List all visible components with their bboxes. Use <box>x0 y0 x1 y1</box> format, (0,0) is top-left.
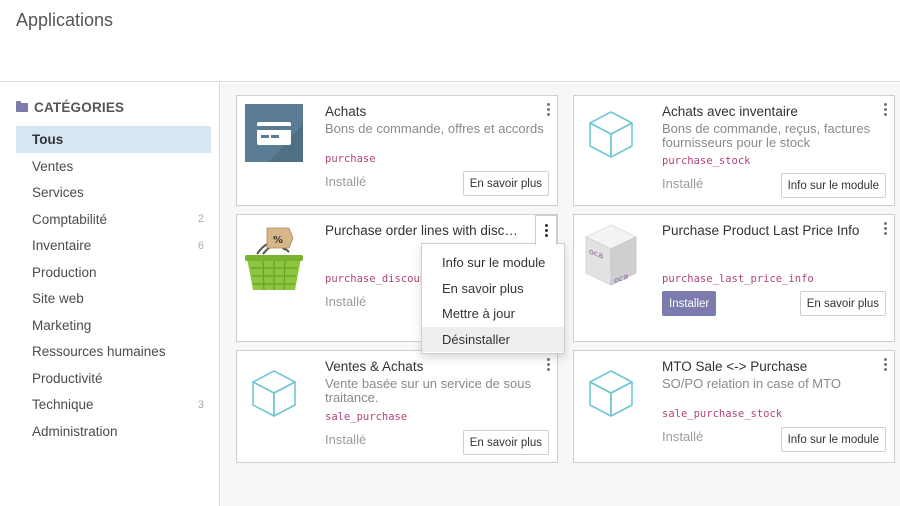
category-label: Productivité <box>32 370 103 386</box>
category-label: Inventaire <box>32 238 92 254</box>
learn-more-button[interactable]: En savoir plus <box>799 291 886 316</box>
module-summary: Vente basée sur un service de sous trait… <box>325 376 531 405</box>
kebab-menu-icon[interactable] <box>545 103 551 116</box>
module-technical-name: purchase_last_price_info <box>662 273 814 285</box>
discount-basket-icon: % <box>245 227 303 291</box>
module-technical-name: sale_purchase <box>325 411 408 423</box>
category-item-technique[interactable]: Technique 3 <box>16 392 211 419</box>
kebab-menu-icon[interactable] <box>882 358 888 371</box>
module-title: Purchase order lines with discou… <box>325 223 525 238</box>
category-label: Site web <box>32 291 84 307</box>
module-actions-dropdown: Info sur le module En savoir plus Mettre… <box>421 243 565 354</box>
module-title: Purchase Product Last Price Info <box>662 223 860 238</box>
category-item-production[interactable]: Production <box>16 259 211 286</box>
learn-more-button[interactable]: En savoir plus <box>462 430 549 455</box>
module-technical-name: purchase <box>325 153 376 165</box>
category-list: Tous Ventes Services Comptabilité 2 Inven… <box>16 126 211 445</box>
module-status: Installé <box>662 429 704 444</box>
menu-item-upgrade[interactable]: Mettre à jour <box>422 301 564 327</box>
module-card-purchase-last-price-info[interactable]: oca oca Purchase Product Last Price Info… <box>573 214 895 342</box>
kebab-menu-icon[interactable] <box>882 103 888 116</box>
kebab-menu-icon[interactable] <box>545 358 551 371</box>
module-info-button[interactable]: Info sur le module <box>780 427 886 452</box>
category-label: Administration <box>32 423 118 439</box>
category-item-comptabilite[interactable]: Comptabilité 2 <box>16 206 211 233</box>
kebab-menu-icon[interactable] <box>535 215 557 245</box>
module-technical-name: purchase_discount <box>325 273 425 285</box>
category-item-tous[interactable]: Tous <box>16 126 211 153</box>
category-item-marketing[interactable]: Marketing <box>16 312 211 339</box>
module-summary: Bons de commande, reçus, factures fourni… <box>662 121 871 150</box>
module-technical-name: purchase_stock <box>662 155 751 167</box>
module-status: Installé <box>325 174 367 189</box>
category-item-administration[interactable]: Administration <box>16 418 211 445</box>
category-item-services[interactable]: Services <box>16 180 211 207</box>
category-item-ressources-humaines[interactable]: Ressources humaines <box>16 339 211 366</box>
category-item-site-web[interactable]: Site web <box>16 286 211 313</box>
category-count: 2 <box>197 213 204 226</box>
svg-text:%: % <box>273 235 283 246</box>
module-card-purchase-stock[interactable]: Achats avec inventaire Bons de commande,… <box>573 95 895 206</box>
module-status: Installé <box>325 294 367 309</box>
module-title: Achats <box>325 104 367 119</box>
menu-item-learn-more[interactable]: En savoir plus <box>422 276 564 302</box>
module-title: Ventes & Achats <box>325 359 424 374</box>
credit-card-icon <box>245 104 303 162</box>
category-label: Comptabilité <box>32 211 108 227</box>
module-summary: Bons de commande, offres et accords <box>325 121 544 136</box>
category-label: Services <box>32 185 84 201</box>
control-panel: Applications <box>0 0 900 82</box>
category-label: Production <box>32 264 97 280</box>
module-title: Achats avec inventaire <box>662 104 798 119</box>
learn-more-button[interactable]: En savoir plus <box>462 171 549 196</box>
category-label: Ventes <box>32 158 74 174</box>
page-title: Applications <box>16 10 114 30</box>
kebab-menu-icon[interactable] <box>882 222 888 235</box>
module-technical-name: sale_purchase_stock <box>662 408 783 420</box>
category-label: Ressources humaines <box>32 344 166 360</box>
module-card-sale-purchase-stock[interactable]: MTO Sale <-> Purchase SO/PO relation in … <box>573 350 895 463</box>
folder-icon <box>16 101 28 112</box>
categories-header: CATÉGORIES <box>16 100 124 115</box>
category-count: 6 <box>197 239 204 252</box>
install-button[interactable]: Installer <box>662 291 717 316</box>
category-item-inventaire[interactable]: Inventaire 6 <box>16 233 211 260</box>
module-summary: SO/PO relation in case of MTO <box>662 376 841 391</box>
cube-icon <box>589 111 633 158</box>
oca-box-icon: oca oca <box>585 224 637 286</box>
module-title: MTO Sale <-> Purchase <box>662 359 808 374</box>
module-card-sale-purchase[interactable]: Ventes & Achats Vente basée sur un servi… <box>236 350 558 463</box>
category-item-productivite[interactable]: Productivité <box>16 365 211 392</box>
category-count: 3 <box>197 398 204 411</box>
category-label: Marketing <box>32 317 92 333</box>
cube-icon <box>252 370 296 417</box>
module-card-purchase[interactable]: Achats Bons de commande, offres et accor… <box>236 95 558 206</box>
module-status: Installé <box>325 432 367 447</box>
cube-icon <box>589 370 633 417</box>
menu-item-uninstall[interactable]: Désinstaller <box>422 326 564 352</box>
category-label: Technique <box>32 397 94 413</box>
category-label: Tous <box>32 132 64 147</box>
categories-header-label: CATÉGORIES <box>34 100 125 115</box>
menu-item-module-info[interactable]: Info sur le module <box>422 250 564 276</box>
module-info-button[interactable]: Info sur le module <box>780 173 886 198</box>
module-status: Installé <box>662 176 704 191</box>
category-sidebar: CATÉGORIES Tous Ventes Services Comptabi… <box>0 83 220 506</box>
category-item-ventes[interactable]: Ventes <box>16 153 211 180</box>
